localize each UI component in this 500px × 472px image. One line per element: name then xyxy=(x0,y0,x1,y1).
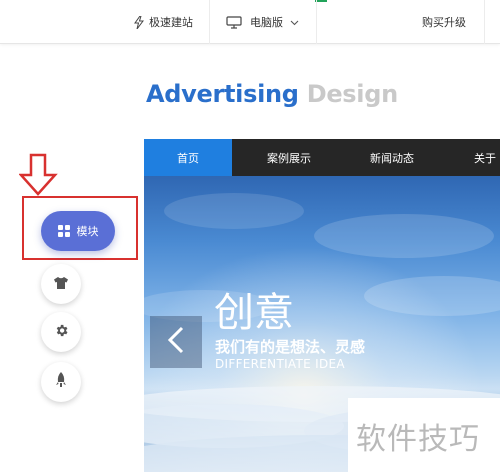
nav-item-news[interactable]: 新闻动态 xyxy=(346,139,438,176)
chevron-down-icon xyxy=(290,16,299,29)
theme-button[interactable] xyxy=(41,264,81,304)
chevron-left-icon xyxy=(167,326,185,358)
site-navbar: 首页 案例展示 新闻动态 关于 xyxy=(144,139,500,176)
module-button[interactable]: 模块 xyxy=(41,211,115,251)
toolbar-divider xyxy=(209,0,210,44)
monitor-icon xyxy=(226,15,242,29)
device-switch-dropdown[interactable]: 电脑版 xyxy=(226,0,299,44)
grid-icon xyxy=(57,225,70,237)
heading-word-advertising: Advertising xyxy=(146,80,299,108)
buy-upgrade-label: 购买升级 xyxy=(422,16,466,29)
page-heading: Advertising Design xyxy=(146,80,398,108)
device-label: 电脑版 xyxy=(250,16,283,29)
toolbar-divider xyxy=(316,0,317,44)
gear-icon xyxy=(54,323,69,342)
top-toolbar: 极速建站 电脑版 购买升级 xyxy=(0,0,500,44)
toolbar-divider xyxy=(484,0,485,44)
quick-build-button[interactable]: 极速建站 xyxy=(134,0,193,44)
buy-upgrade-button[interactable]: 购买升级 xyxy=(422,0,466,44)
hero-english-tagline: DIFFERENTIATE IDEA xyxy=(215,357,345,371)
editor-canvas: 极速建站 电脑版 购买升级 Advertising Design 模块 首页 案… xyxy=(0,0,500,472)
settings-button[interactable] xyxy=(41,312,81,352)
watermark-text: 软件技巧 xyxy=(356,422,480,457)
lightning-icon xyxy=(134,15,144,29)
nav-item-cases[interactable]: 案例展示 xyxy=(244,139,334,176)
hero-title: 创意 xyxy=(214,290,294,336)
carousel-prev-button[interactable] xyxy=(150,316,202,368)
shirt-icon xyxy=(53,275,69,294)
quick-build-label: 极速建站 xyxy=(149,16,193,29)
publish-button[interactable] xyxy=(41,362,81,402)
nav-item-about[interactable]: 关于 xyxy=(454,139,500,176)
module-button-label: 模块 xyxy=(76,225,99,238)
rocket-icon xyxy=(55,372,67,392)
nav-item-home[interactable]: 首页 xyxy=(144,139,232,176)
down-arrow-annotation-icon xyxy=(18,153,59,201)
heading-word-design: Design xyxy=(306,80,398,108)
hero-subtitle: 我们有的是想法、灵感 xyxy=(215,338,366,356)
